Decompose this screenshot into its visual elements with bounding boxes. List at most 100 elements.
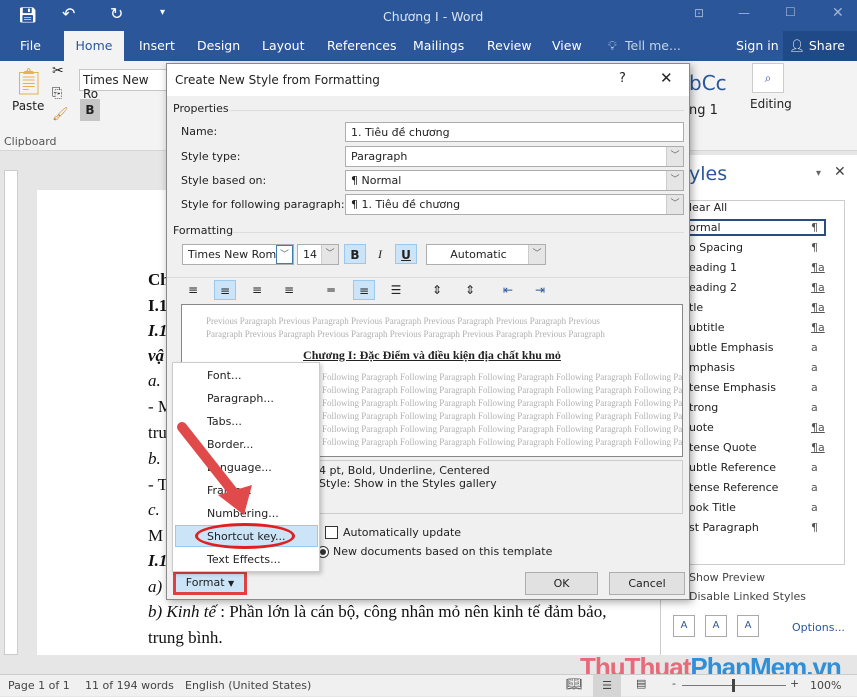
style-item[interactable]: ubtle Emphasis — [689, 341, 773, 354]
zoom-slider-thumb[interactable] — [732, 679, 735, 692]
single-spacing-icon[interactable]: ═ — [320, 280, 342, 300]
following-paragraph-select[interactable]: ¶ 1. Tiêu đề chương ﹀ — [345, 194, 684, 215]
zoom-out-icon[interactable]: - — [672, 677, 676, 690]
tab-references[interactable]: References — [327, 38, 396, 53]
options-link[interactable]: Options... — [792, 621, 845, 634]
tab-view[interactable]: View — [552, 38, 582, 53]
vertical-ruler[interactable] — [4, 170, 18, 655]
style-item[interactable]: ubtitle — [689, 321, 724, 334]
close-dialog-button[interactable]: ✕ — [660, 69, 673, 87]
auto-update-checkbox[interactable] — [325, 526, 338, 539]
ok-button[interactable]: OK — [525, 572, 598, 595]
style-item[interactable]: mphasis — [689, 361, 735, 374]
style-item[interactable]: eading 2 — [689, 281, 737, 294]
pane-options-icon[interactable]: ▾ — [816, 168, 821, 179]
font-color-select[interactable]: Automatic ﹀ — [426, 244, 546, 265]
copy-icon[interactable]: ⎘ — [52, 86, 62, 101]
style-item[interactable]: st Paragraph — [689, 521, 759, 534]
share-button[interactable]: 👤︎ Share — [783, 31, 857, 61]
decrease-paragraph-spacing-icon[interactable]: ⇕ — [459, 280, 481, 300]
one-half-spacing-icon[interactable]: ≡ — [353, 280, 375, 300]
title-bar: 💾︎ ↶ ↻ ▾ Chương I - Word ⊡ — ☐ ✕ — [0, 0, 857, 31]
style-gallery-preview[interactable]: bCc — [689, 71, 727, 95]
style-gallery-label[interactable]: ng 1 — [689, 103, 718, 118]
style-item[interactable]: ubtle Reference — [689, 461, 776, 474]
ribbon-bold-button[interactable]: B — [80, 99, 100, 121]
tab-design[interactable]: Design — [197, 38, 240, 53]
paste-label[interactable]: Paste — [12, 99, 44, 113]
manage-styles-icon[interactable]: A — [737, 615, 759, 637]
read-mode-icon[interactable]: 📖︎ — [566, 677, 583, 692]
style-item[interactable]: eading 1 — [689, 261, 737, 274]
font-name-select[interactable]: Times New Roman ﹀ — [182, 244, 294, 265]
tab-home[interactable]: Home — [64, 31, 124, 61]
tab-layout[interactable]: Layout — [262, 38, 305, 53]
tab-file[interactable]: File — [20, 38, 41, 53]
maximize-icon[interactable]: ☐ — [785, 5, 796, 19]
based-on-select[interactable]: ¶ Normal ﹀ — [345, 170, 684, 191]
align-right-icon[interactable]: ≡ — [246, 280, 268, 300]
close-pane-icon[interactable]: ✕ — [834, 164, 846, 180]
style-item[interactable]: uote — [689, 421, 714, 434]
increase-indent-icon[interactable]: ⇥ — [529, 280, 551, 300]
menu-item[interactable]: Paragraph... — [207, 392, 274, 405]
style-item[interactable]: o Spacing — [689, 241, 743, 254]
style-item[interactable]: trong — [689, 401, 718, 414]
ribbon-font-name[interactable]: Times New Ro — [79, 69, 167, 101]
style-item[interactable]: tense Reference — [689, 481, 778, 494]
tab-mailings[interactable]: Mailings — [413, 38, 464, 53]
style-type-glyph: a — [811, 401, 818, 414]
new-style-icon[interactable]: A — [673, 615, 695, 637]
align-left-icon[interactable]: ≡ — [182, 280, 204, 300]
underline-toggle[interactable]: U — [395, 244, 417, 264]
word-count[interactable]: 11 of 194 words — [85, 679, 174, 692]
style-inspector-icon[interactable]: A — [705, 615, 727, 637]
increase-paragraph-spacing-icon[interactable]: ⇕ — [426, 280, 448, 300]
italic-toggle[interactable]: I — [369, 244, 391, 264]
minimize-icon[interactable]: — — [738, 6, 750, 20]
sign-in-link[interactable]: Sign in — [736, 38, 779, 53]
style-item[interactable]: tle — [689, 301, 703, 314]
tab-review[interactable]: Review — [487, 38, 532, 53]
chevron-down-icon: ﹀ — [666, 171, 683, 190]
name-input[interactable]: 1. Tiêu đề chương — [345, 122, 684, 142]
style-item[interactable]: tense Emphasis — [689, 381, 776, 394]
style-item[interactable]: ormal — [689, 221, 721, 234]
web-layout-icon[interactable]: ▤ — [636, 677, 646, 690]
menu-item[interactable]: Text Effects... — [207, 553, 281, 566]
ribbon-display-icon[interactable]: ⊡ — [694, 6, 704, 20]
style-item[interactable]: ook Title — [689, 501, 736, 514]
zoom-level[interactable]: 100% — [810, 679, 841, 692]
tell-me-input[interactable]: Tell me... — [625, 38, 681, 53]
save-icon[interactable]: 💾︎ — [18, 6, 37, 24]
undo-icon[interactable]: ↶ — [62, 4, 75, 23]
style-item[interactable]: tense Quote — [689, 441, 757, 454]
format-button[interactable]: Format ▼ — [173, 571, 247, 595]
help-button[interactable]: ? — [619, 71, 626, 86]
zoom-in-icon[interactable]: + — [790, 677, 799, 690]
bold-toggle[interactable]: B — [344, 244, 366, 264]
editing-label[interactable]: Editing — [750, 97, 792, 111]
style-type-select[interactable]: Paragraph ﹀ — [345, 146, 684, 167]
print-layout-icon[interactable]: ☰ — [593, 675, 621, 697]
cancel-button[interactable]: Cancel — [609, 572, 685, 595]
find-icon[interactable]: ⌕ — [752, 63, 784, 93]
paste-icon[interactable]: 📋︎ — [12, 67, 45, 97]
tab-insert[interactable]: Insert — [139, 38, 175, 53]
disable-linked-styles-checkbox[interactable]: Disable Linked Styles — [689, 590, 806, 603]
customize-qat-icon[interactable]: ▾ — [160, 7, 165, 18]
decrease-indent-icon[interactable]: ⇤ — [497, 280, 519, 300]
close-window-icon[interactable]: ✕ — [832, 5, 844, 21]
align-center-icon[interactable]: ≡ — [214, 280, 236, 300]
double-spacing-icon[interactable]: ☰ — [385, 280, 407, 300]
style-item[interactable]: lear All — [689, 201, 727, 214]
format-painter-icon[interactable]: 🖌︎ — [52, 107, 69, 122]
font-size-select[interactable]: 14 ﹀ — [297, 244, 339, 265]
page-count[interactable]: Page 1 of 1 — [8, 679, 70, 692]
redo-icon[interactable]: ↻ — [110, 4, 123, 23]
justify-icon[interactable]: ≡ — [278, 280, 300, 300]
language-indicator[interactable]: English (United States) — [185, 679, 311, 692]
menu-item[interactable]: Font... — [207, 369, 241, 382]
show-preview-checkbox[interactable]: Show Preview — [689, 571, 765, 584]
cut-icon[interactable]: ✂ — [52, 63, 64, 79]
